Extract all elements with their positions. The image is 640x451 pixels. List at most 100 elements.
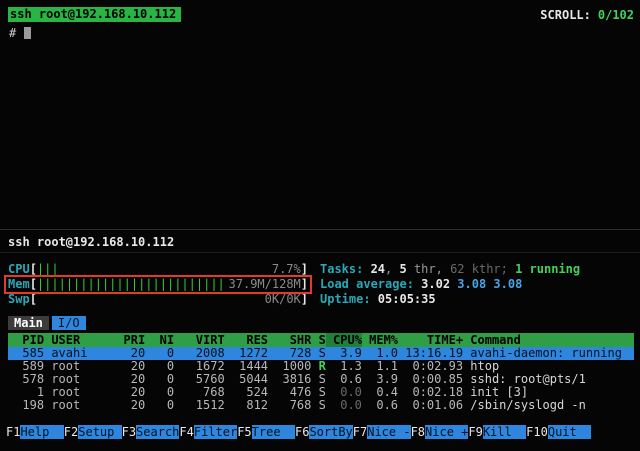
top-ssh-session-title: ssh root@192.168.10.112: [8, 7, 181, 22]
shell-prompt: #: [9, 26, 16, 40]
mem-bracket-open: [: [30, 277, 37, 292]
htop-meters: CPU[|||7.7%] Tasks: 24, 5 thr, 62 kthr; …: [8, 262, 634, 307]
cell-pid: 589: [8, 360, 44, 373]
cpu-line: CPU[|||7.7%] Tasks: 24, 5 thr, 62 kthr; …: [8, 262, 634, 277]
fkey-f1[interactable]: F1Help: [6, 425, 64, 439]
swap-meter: Swp[0K/0K]: [8, 292, 308, 307]
fkey-f10[interactable]: F10Quit: [526, 425, 591, 439]
cell-time: 0:00.85: [398, 373, 463, 386]
fkey-f2[interactable]: F2Setup: [64, 425, 122, 439]
cpu-bracket-open: [: [30, 262, 37, 277]
mem-meter-value: 37.9M/128M: [229, 277, 301, 292]
fkey-number: F4: [179, 425, 193, 439]
cell-command: /sbin/syslogd -n: [463, 399, 634, 412]
column-header-cpu-sort[interactable]: CPU%: [326, 333, 362, 347]
cell-res: 524: [225, 386, 268, 399]
htop-tab-bar: Main I/O: [8, 316, 86, 330]
cell-ni: 0: [145, 360, 174, 373]
fkey-number: F3: [122, 425, 136, 439]
process-row[interactable]: 589 root 20 0 1672 1444 1000 R 1.3 1.1 0…: [8, 360, 634, 373]
cell-virt: 2008: [174, 347, 225, 360]
tasks-count: 24: [371, 262, 385, 276]
cell-mem: 0.6: [362, 399, 398, 412]
thread-count: 5: [399, 262, 406, 276]
cell-cpu: 3.9: [326, 347, 362, 360]
cell-mem: 1.1: [362, 360, 398, 373]
pane-separator: [0, 252, 640, 253]
cpu-meter-label: CPU: [8, 262, 30, 277]
cell-user: root: [44, 373, 116, 386]
fkey-f8[interactable]: F8Nice +: [411, 425, 469, 439]
cell-res: 1272: [225, 347, 268, 360]
fkey-number: F9: [468, 425, 482, 439]
cell-state: S: [311, 347, 325, 360]
cell-virt: 5760: [174, 373, 225, 386]
process-row[interactable]: 578 root 20 0 5760 5044 3816 S 0.6 3.9 0…: [8, 373, 634, 386]
column-header-command[interactable]: Command: [463, 333, 634, 347]
cell-res: 1444: [225, 360, 268, 373]
uptime: Uptime: 05:05:35: [308, 292, 634, 307]
swap-bracket-close: ]: [301, 292, 308, 307]
column-header-pri[interactable]: PRI: [116, 333, 145, 347]
column-header-ni[interactable]: NI: [145, 333, 174, 347]
fkey-number: F8: [411, 425, 425, 439]
cell-cpu: 0.0: [326, 399, 362, 412]
process-row[interactable]: 198 root 20 0 1512 812 768 S 0.0 0.6 0:0…: [8, 399, 634, 412]
fkey-label: SortBy: [309, 425, 352, 439]
fkey-f4[interactable]: F4Filter: [179, 425, 237, 439]
cell-time: 13:16.19: [398, 347, 463, 360]
cell-pid: 198: [8, 399, 44, 412]
fkey-number: F5: [237, 425, 251, 439]
scroll-value: 0/102: [598, 8, 634, 22]
cell-shr: 1000: [268, 360, 311, 373]
fkey-number: F10: [526, 425, 548, 439]
cell-command: sshd: root@pts/1: [463, 373, 634, 386]
cell-res: 5044: [225, 373, 268, 386]
column-header-shr[interactable]: SHR: [268, 333, 311, 347]
cell-state: R: [311, 360, 325, 373]
function-key-bar: F1Help F2Setup F3Search F4Filter F5Tree …: [6, 425, 638, 439]
cpu-meter-bars: |||: [37, 262, 59, 277]
mem-meter-label: Mem: [8, 277, 30, 292]
tab-io[interactable]: I/O: [52, 316, 86, 330]
tab-main[interactable]: Main: [8, 316, 49, 330]
kthread-count: 62 kthr;: [450, 262, 515, 276]
cell-time: 0:02.18: [398, 386, 463, 399]
fkey-f5[interactable]: F5Tree: [237, 425, 295, 439]
column-header-res[interactable]: RES: [225, 333, 268, 347]
cell-virt: 1672: [174, 360, 225, 373]
bottom-ssh-session-title: ssh root@192.168.10.112: [8, 235, 174, 249]
cell-pri: 20: [116, 399, 145, 412]
column-header-time[interactable]: TIME+: [398, 333, 463, 347]
cell-cpu: 0.6: [326, 373, 362, 386]
fkey-f6[interactable]: F6SortBy: [295, 425, 353, 439]
bottom-pane: ssh root@192.168.10.112 CPU[|||7.7%] Tas…: [0, 229, 640, 451]
fkey-f3[interactable]: F3Search: [122, 425, 180, 439]
process-row[interactable]: 585 avahi 20 0 2008 1272 728 S 3.9 1.0 1…: [8, 347, 634, 360]
uptime-label: Uptime:: [320, 292, 378, 306]
fkey-label: Nice -: [367, 425, 410, 439]
swap-meter-label: Swp: [8, 292, 30, 307]
column-header-virt[interactable]: VIRT: [174, 333, 225, 347]
fkey-label: Nice +: [425, 425, 468, 439]
load-1min: 3.02: [421, 277, 457, 291]
load-average-label: Load average:: [320, 277, 421, 291]
process-table-rows: 585 avahi 20 0 2008 1272 728 S 3.9 1.0 1…: [8, 347, 634, 412]
scroll-label: SCROLL:: [540, 8, 591, 22]
column-header-mem[interactable]: MEM%: [362, 333, 398, 347]
shell-prompt-line[interactable]: #: [9, 26, 31, 40]
cell-cpu: 1.3: [326, 360, 362, 373]
cpu-bracket-close: ]: [301, 262, 308, 277]
fkey-f7[interactable]: F7Nice -: [353, 425, 411, 439]
column-header-user[interactable]: USER: [44, 333, 116, 347]
uptime-value: 05:05:35: [378, 292, 436, 306]
cell-shr: 728: [268, 347, 311, 360]
column-header-pid[interactable]: PID: [8, 333, 44, 347]
cell-time: 0:02.93: [398, 360, 463, 373]
cell-pri: 20: [116, 347, 145, 360]
column-header-state[interactable]: S: [311, 333, 325, 347]
process-row[interactable]: 1 root 20 0 768 524 476 S 0.0 0.4 0:02.1…: [8, 386, 634, 399]
fkey-f9[interactable]: F9Kill: [468, 425, 526, 439]
swap-bracket-open: [: [30, 292, 37, 307]
top-pane-titlebar: ssh root@192.168.10.112 SCROLL: 0/102: [8, 7, 634, 22]
